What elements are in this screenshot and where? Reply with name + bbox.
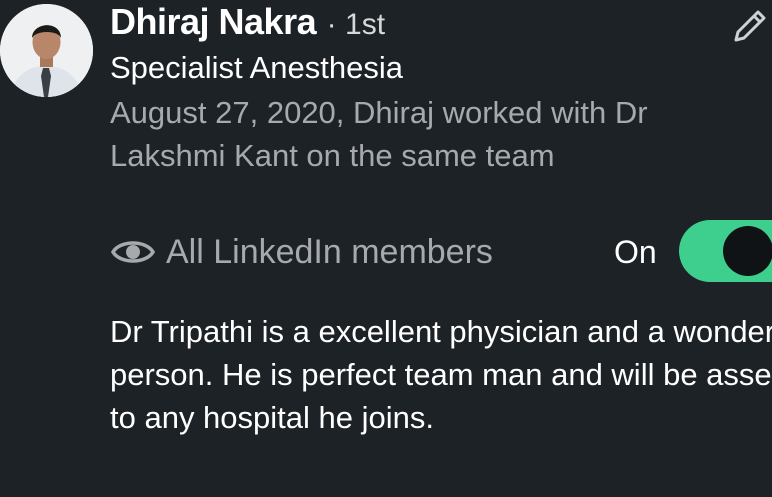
relationship-text: August 27, 2020, Dhiraj worked with Dr L…	[110, 95, 648, 173]
visibility-label: All LinkedIn members	[166, 232, 493, 271]
member-name[interactable]: Dhiraj Nakra	[110, 1, 317, 42]
pencil-icon[interactable]	[728, 4, 772, 48]
connection-degree: 1st	[345, 8, 386, 41]
degree-separator: ·	[326, 8, 337, 41]
visibility-toggle[interactable]	[679, 220, 772, 282]
name-row: Dhiraj Nakra · 1st	[110, 2, 385, 50]
toggle-state-label: On	[614, 234, 657, 270]
avatar[interactable]	[0, 4, 93, 97]
recommendation-text: Dr Tripathi is a excellent physician and…	[110, 314, 772, 435]
member-headline: Specialist Anesthesia	[110, 50, 403, 85]
visibility-setting[interactable]: All LinkedIn members	[110, 227, 493, 277]
toggle-knob	[723, 226, 772, 276]
profile-photo	[0, 4, 93, 97]
eye-icon	[110, 236, 156, 268]
